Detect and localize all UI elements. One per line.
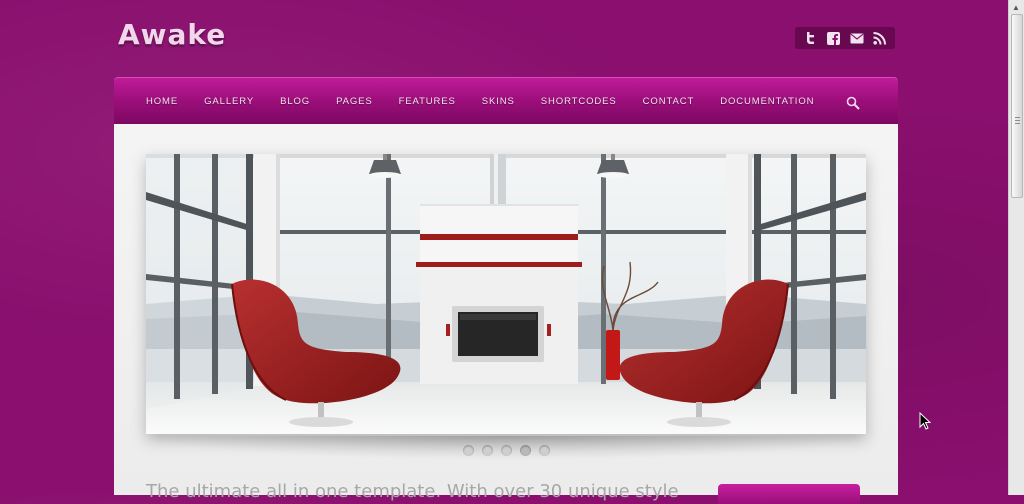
nav-item-skins[interactable]: SKINS [482,96,515,107]
slide-image-living-room [146,154,866,434]
nav-item-features[interactable]: FEATURES [399,96,456,107]
nav-item-contact[interactable]: CONTACT [643,96,695,107]
slider-dot-1[interactable] [463,445,474,456]
twitter-icon[interactable] [803,31,818,46]
email-icon[interactable] [849,31,864,46]
nav-item-home[interactable]: HOME [146,96,178,107]
slider-dot-3[interactable] [501,445,512,456]
nav-item-shortcodes[interactable]: SHORTCODES [541,96,617,107]
slider-dot-2[interactable] [482,445,493,456]
featured-slider[interactable] [146,154,866,434]
search-icon[interactable] [846,96,860,110]
nav-item-blog[interactable]: BLOG [280,96,310,107]
nav-item-gallery[interactable]: GALLERY [204,96,254,107]
scroll-up-arrow-icon[interactable]: ▲ [1012,3,1020,12]
social-links [795,27,895,49]
site-logo[interactable]: Awake [118,18,226,51]
main-navigation: HOME GALLERY BLOG PAGES FEATURES SKINS S… [114,77,898,125]
rss-icon[interactable] [872,31,887,46]
mouse-cursor-icon [919,412,931,430]
cta-button[interactable] [718,484,860,504]
slider-dot-4-active[interactable] [520,445,531,456]
slider-pagination [463,445,550,456]
scrollbar-thumb[interactable] [1011,14,1023,198]
intro-text: The ultimate all in one template. With o… [146,481,679,502]
slider-dot-5[interactable] [539,445,550,456]
vertical-scrollbar[interactable]: ▲ [1008,0,1024,495]
facebook-icon[interactable] [826,31,841,46]
nav-item-documentation[interactable]: DOCUMENTATION [720,96,814,107]
nav-item-pages[interactable]: PAGES [336,96,373,107]
